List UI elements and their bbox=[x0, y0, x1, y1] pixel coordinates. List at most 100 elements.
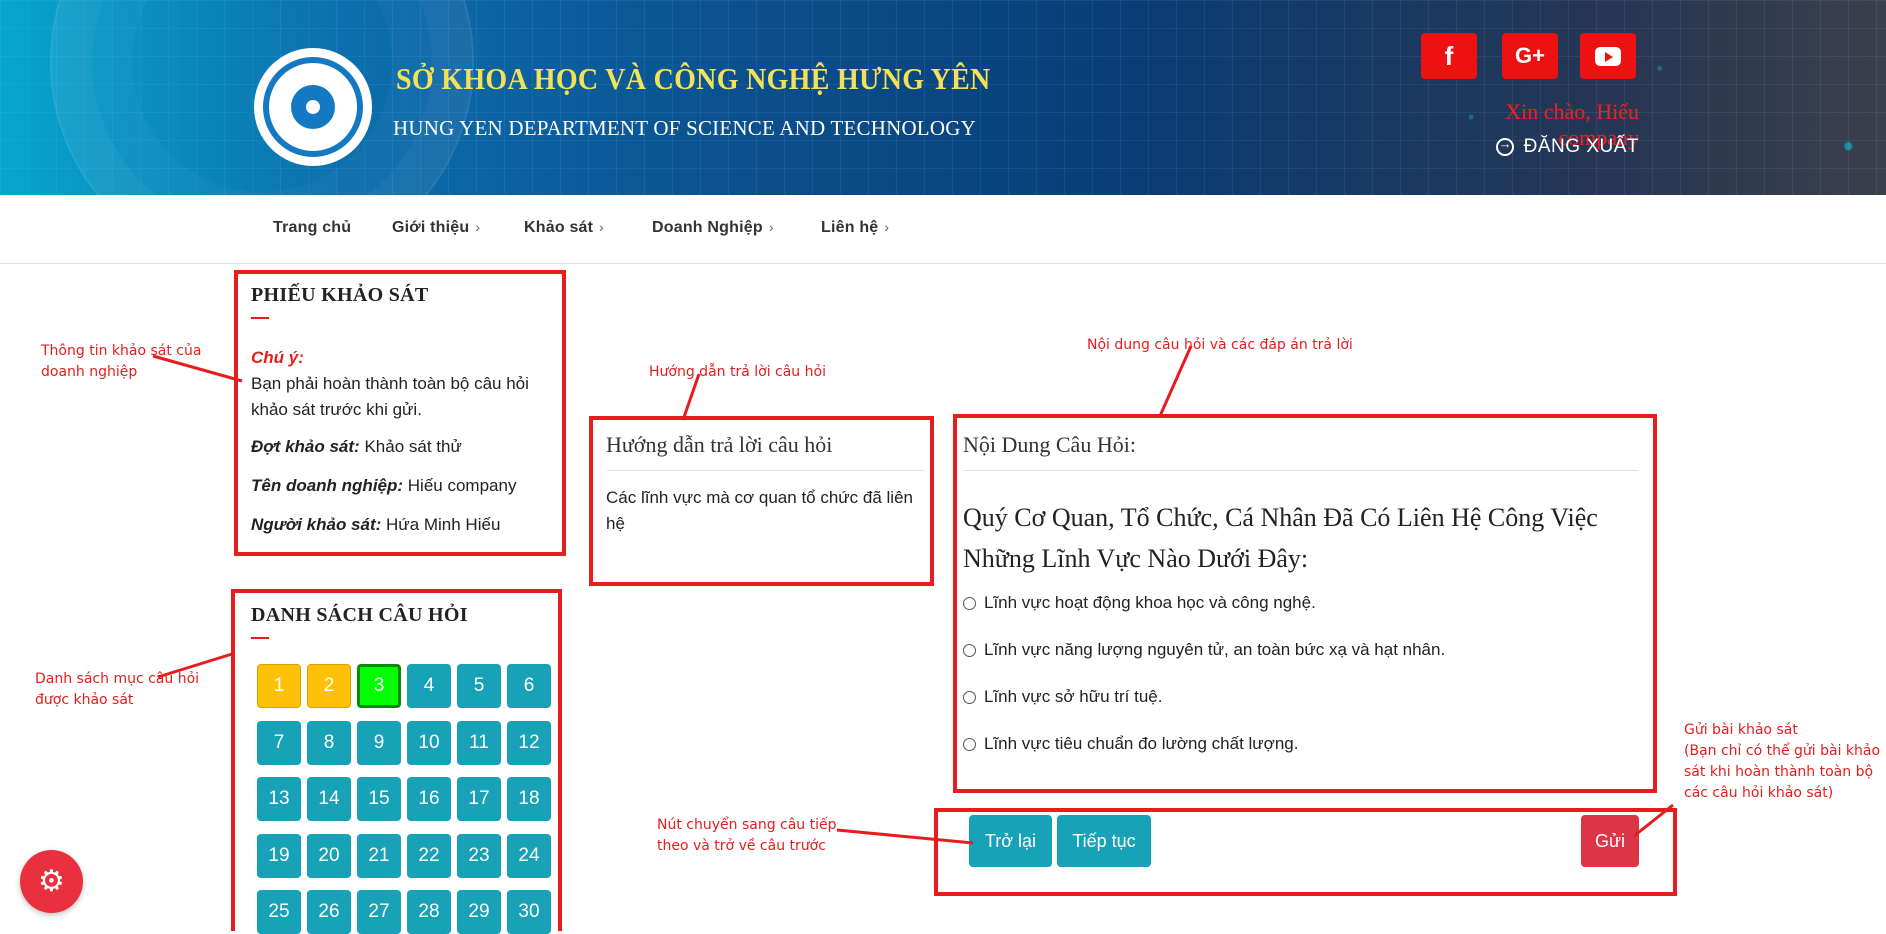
nav-item-about[interactable]: Giới thiệu › bbox=[392, 219, 480, 237]
question-number-button[interactable]: 11 bbox=[457, 720, 501, 765]
question-number-button[interactable]: 3 bbox=[357, 664, 401, 708]
question-number-button[interactable]: 7 bbox=[257, 720, 301, 765]
answer-option-label: Lĩnh vực sở hữu trí tuệ. bbox=[984, 687, 1163, 706]
nav-item-business[interactable]: Doanh Nghiệp › bbox=[652, 219, 774, 237]
next-button[interactable]: Tiếp tục bbox=[1057, 815, 1151, 867]
question-number-button[interactable]: 25 bbox=[257, 890, 301, 934]
nav-item-label: Khảo sát bbox=[524, 219, 594, 236]
youtube-button[interactable] bbox=[1580, 33, 1636, 79]
question-number-button[interactable]: 1 bbox=[257, 664, 301, 708]
settings-button[interactable]: ⚙ bbox=[20, 850, 83, 913]
question-text: Quý Cơ Quan, Tổ Chức, Cá Nhân Đã Có Liên… bbox=[963, 503, 1598, 573]
facebook-button[interactable]: f bbox=[1421, 33, 1477, 79]
facebook-icon: f bbox=[1444, 40, 1454, 71]
question-number-button[interactable]: 22 bbox=[407, 833, 451, 878]
question-number-button[interactable]: 8 bbox=[307, 720, 351, 765]
nav-item-home[interactable]: Trang chủ bbox=[273, 219, 351, 237]
question-number-button[interactable]: 4 bbox=[407, 664, 451, 708]
question-number-button[interactable]: 17 bbox=[457, 777, 501, 821]
logo-ring bbox=[263, 57, 363, 157]
radio-button[interactable] bbox=[963, 690, 976, 704]
org-logo[interactable] bbox=[254, 48, 372, 166]
surveyor: Người khảo sát: Hứa Minh Hiếu bbox=[251, 512, 500, 538]
surveyor-value: Hứa Minh Hiếu bbox=[386, 515, 501, 534]
google-plus-icon: G+ bbox=[1515, 43, 1545, 68]
radio-button[interactable] bbox=[963, 643, 976, 657]
submit-button[interactable]: Gửi bbox=[1581, 815, 1639, 867]
chevron-right-icon: › bbox=[884, 219, 890, 235]
youtube-icon bbox=[1595, 46, 1621, 66]
question-number-button[interactable]: 24 bbox=[507, 833, 551, 878]
question-number-button[interactable]: 16 bbox=[407, 777, 451, 821]
question-number-button[interactable]: 21 bbox=[357, 833, 401, 878]
nav-item-label: Liên hệ bbox=[821, 219, 879, 236]
question-number-button[interactable]: 12 bbox=[507, 720, 551, 765]
answer-option[interactable]: Lĩnh vực sở hữu trí tuệ. bbox=[963, 687, 1162, 707]
radio-button[interactable] bbox=[963, 737, 976, 751]
note-text: Bạn phải hoàn thành toàn bộ câu hỏi khảo… bbox=[251, 374, 529, 419]
guide-title: Hướng dẫn trả lời câu hỏi bbox=[606, 432, 833, 457]
radio-button[interactable] bbox=[963, 596, 976, 610]
question-number-button[interactable]: 28 bbox=[407, 890, 451, 934]
nav-item-contact[interactable]: Liên hệ › bbox=[821, 219, 889, 237]
question-list-title: DANH SÁCH CÂU HỎI bbox=[251, 604, 468, 626]
question-number-button[interactable]: 5 bbox=[457, 664, 501, 708]
question-number-button[interactable]: 29 bbox=[457, 890, 501, 934]
gear-icon: ⚙ bbox=[38, 865, 65, 898]
annotation-navigation: Nút chuyển sang câu tiếp theo và trở về … bbox=[657, 817, 837, 854]
question-number-button[interactable]: 26 bbox=[307, 890, 351, 934]
site-header: SỞ KHOA HỌC VÀ CÔNG NGHỆ HƯNG YÊN HUNG Y… bbox=[0, 0, 1886, 195]
question-number-button[interactable]: 18 bbox=[507, 777, 551, 821]
org-subtitle: HUNG YEN DEPARTMENT OF SCIENCE AND TECHN… bbox=[393, 116, 976, 140]
answer-option-label: Lĩnh vực tiêu chuẩn đo lường chất lượng. bbox=[984, 734, 1299, 753]
question-number-button[interactable]: 23 bbox=[457, 833, 501, 878]
answer-option[interactable]: Lĩnh vực năng lượng nguyên tử, an toàn b… bbox=[963, 640, 1445, 660]
nav-item-label: Giới thiệu bbox=[392, 219, 470, 236]
survey-round-value: Khảo sát thử bbox=[364, 437, 462, 456]
annotation-survey-info: Thông tin khảo sát của doanh nghiệp bbox=[41, 343, 202, 380]
survey-note: Chú ý: Bạn phải hoàn thành toàn bộ câu h… bbox=[251, 345, 551, 423]
survey-round-label: Đợt khảo sát: bbox=[251, 437, 360, 456]
annotation-content: Nội dung câu hỏi và các đáp án trả lời bbox=[1087, 337, 1353, 353]
question-content-title: Nội Dung Câu Hỏi: bbox=[963, 432, 1136, 457]
google-plus-button[interactable]: G+ bbox=[1502, 33, 1558, 79]
question-number-button[interactable]: 6 bbox=[507, 664, 551, 708]
annotation-submit-note: (Bạn chỉ có thể gửi bài khảo sát khi hoà… bbox=[1684, 743, 1881, 801]
main-nav: Trang chủ Giới thiệu › Khảo sát › Doanh Ng… bbox=[0, 195, 1886, 264]
answer-option[interactable]: Lĩnh vực hoạt động khoa học và công nghệ… bbox=[963, 593, 1316, 613]
nav-item-survey[interactable]: Khảo sát › bbox=[524, 219, 604, 237]
logout-button[interactable]: ĐĂNG XUẤT bbox=[1490, 136, 1639, 158]
logout-icon bbox=[1495, 136, 1514, 156]
nav-item-label: Doanh Nghiệp bbox=[652, 219, 763, 236]
annotation-submit: Gửi bài khảo sát (Bạn chỉ có thể gửi bài… bbox=[1684, 720, 1886, 804]
survey-info-title: PHIẾU KHẢO SÁT bbox=[251, 284, 429, 306]
question-number-button[interactable]: 10 bbox=[407, 720, 451, 765]
logout-label: ĐĂNG XUẤT bbox=[1523, 136, 1639, 157]
note-label: Chú ý: bbox=[251, 348, 304, 367]
question-number-button[interactable]: 20 bbox=[307, 833, 351, 878]
question-number-button[interactable]: 19 bbox=[257, 833, 301, 878]
back-button[interactable]: Trở lại bbox=[969, 815, 1052, 867]
question-number-button[interactable]: 2 bbox=[307, 664, 351, 708]
guide-text: Các lĩnh vực mà cơ quan tổ chức đã liên … bbox=[606, 488, 913, 533]
company-name: Tên doanh nghiệp: Hiếu company bbox=[251, 473, 516, 499]
question-number-button[interactable]: 27 bbox=[357, 890, 401, 934]
annotation-guide: Hướng dẫn trả lời câu hỏi bbox=[649, 364, 826, 380]
guide-divider bbox=[606, 470, 924, 471]
question-number-button[interactable]: 15 bbox=[357, 777, 401, 821]
title-underline bbox=[251, 637, 269, 639]
annotation-submit-title: Gửi bài khảo sát bbox=[1684, 722, 1798, 738]
nav-item-label: Trang chủ bbox=[273, 219, 352, 236]
chevron-right-icon: › bbox=[599, 219, 605, 235]
question-number-button[interactable]: 9 bbox=[357, 720, 401, 765]
answer-option-label: Lĩnh vực năng lượng nguyên tử, an toàn b… bbox=[984, 640, 1446, 659]
title-underline bbox=[251, 317, 269, 319]
question-number-button[interactable]: 30 bbox=[507, 890, 551, 934]
chevron-right-icon: › bbox=[768, 219, 774, 235]
question-number-button[interactable]: 13 bbox=[257, 777, 301, 821]
question-number-button[interactable]: 14 bbox=[307, 777, 351, 821]
content-divider bbox=[963, 470, 1638, 471]
answer-option[interactable]: Lĩnh vực tiêu chuẩn đo lường chất lượng. bbox=[963, 734, 1298, 754]
surveyor-label: Người khảo sát: bbox=[251, 515, 382, 534]
chevron-right-icon: › bbox=[475, 219, 481, 235]
